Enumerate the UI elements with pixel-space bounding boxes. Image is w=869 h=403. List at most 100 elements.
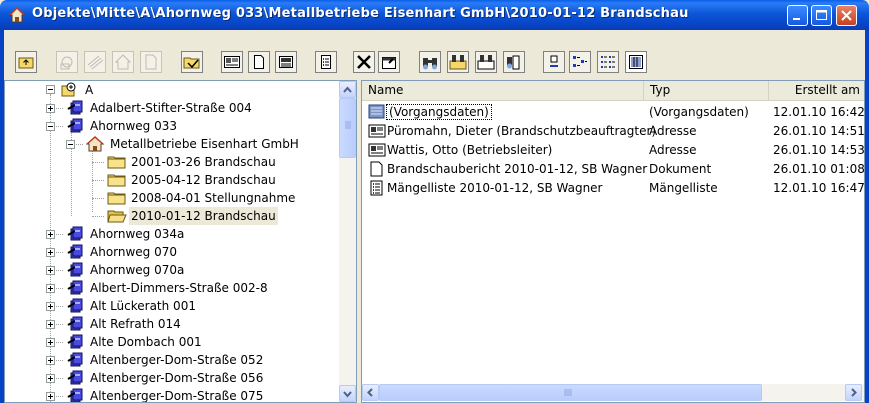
large-icons-icon [550, 55, 558, 67]
minimize-icon [793, 18, 800, 20]
expand-icon[interactable] [46, 356, 55, 365]
new-house-button[interactable] [112, 51, 134, 73]
new-layer-button[interactable] [84, 51, 106, 73]
search-button[interactable] [419, 51, 441, 73]
search-folder-button[interactable] [447, 51, 469, 73]
collapse-icon[interactable] [66, 140, 75, 149]
collapse-icon[interactable] [46, 85, 55, 94]
new-document-button[interactable] [140, 51, 162, 73]
list-row[interactable]: Brandschaubericht 2010-01-12, SB Wagner D… [362, 160, 864, 179]
expand-icon[interactable] [46, 374, 55, 383]
list-header: Name Typ Erstellt am [362, 81, 864, 101]
close-icon [841, 10, 852, 21]
list-check-button[interactable] [315, 51, 337, 73]
list-row[interactable]: Mängelliste 2010-01-12, SB Wagner Mängell… [362, 179, 864, 198]
scroll-up-button[interactable] [339, 81, 356, 98]
expand-icon[interactable] [46, 284, 55, 293]
delete-button[interactable] [353, 51, 375, 73]
horizontal-scroll-thumb[interactable] [379, 384, 762, 401]
tree-guide-line [92, 198, 104, 199]
building-object-icon [66, 280, 86, 299]
print-button[interactable] [275, 51, 297, 73]
expand-icon[interactable] [46, 266, 55, 275]
search-doc-icon [507, 55, 520, 70]
collapse-icon[interactable] [46, 122, 55, 131]
folder-icon [107, 154, 127, 173]
column-header-name[interactable]: Name [362, 81, 644, 100]
open-folder-button[interactable] [181, 51, 203, 73]
small-icons-button[interactable] [569, 51, 591, 73]
chevron-up-icon [343, 86, 352, 93]
large-icons-button[interactable] [543, 51, 565, 73]
list-cell-created: 12.01.10 16:47 [773, 181, 865, 195]
list-cell-name: Püromahn, Dieter (Brandschutzbeauftragte… [387, 124, 657, 138]
up-folder-button[interactable] [15, 51, 37, 73]
tree-guide-line [92, 162, 104, 163]
column-header-created[interactable]: Erstellt am [769, 81, 864, 100]
new-layer-icon [87, 55, 104, 70]
new-object-icon [60, 56, 73, 70]
list-cell-name: (Vorgangsdaten) [386, 104, 492, 120]
new-object-button[interactable] [56, 51, 78, 73]
small-icons-icon [573, 56, 587, 67]
expand-icon[interactable] [46, 392, 55, 401]
list-horizontal-scrollbar[interactable] [362, 384, 864, 401]
scroll-thumb[interactable] [339, 98, 356, 158]
chevron-left-icon [367, 388, 373, 397]
minimize-button[interactable] [787, 5, 808, 26]
company-house-icon [85, 136, 106, 155]
tree-vertical-scrollbar[interactable] [339, 81, 356, 402]
maximize-icon [816, 10, 827, 20]
scroll-right-button[interactable] [845, 384, 862, 401]
building-object-icon [66, 316, 86, 335]
expand-icon[interactable] [46, 302, 55, 311]
title-bar[interactable]: Objekte\Mitte\A\Ahornweg 033\Metallbetri… [0, 0, 869, 30]
properties-icon [382, 57, 396, 69]
search-card-button[interactable] [475, 51, 497, 73]
grip-icon [345, 121, 351, 129]
list-view-button[interactable] [597, 51, 619, 73]
building-object-icon [66, 370, 86, 389]
details-view-button[interactable] [625, 51, 647, 73]
expand-icon[interactable] [46, 320, 55, 329]
list-cell-created: 12.01.10 16:42 [773, 105, 865, 119]
scroll-left-button[interactable] [362, 384, 379, 401]
maximize-button[interactable] [811, 5, 832, 26]
list-row[interactable]: (Vorgangsdaten) (Vorgangsdaten) 12.01.10 1… [362, 103, 864, 122]
expand-icon[interactable] [46, 230, 55, 239]
properties-button[interactable] [378, 51, 400, 73]
list-cell-name: Brandschaubericht 2010-01-12, SB Wagner [387, 162, 648, 176]
list-cell-name: Wattis, Otto (Betriebsleiter) [387, 143, 553, 157]
building-object-icon [66, 226, 86, 245]
list-cell-type: Adresse [649, 143, 697, 157]
folder-tree[interactable]: A Adalbert-Stifter-Straße 004 Ahornweg 03… [4, 80, 357, 403]
close-button[interactable] [836, 5, 857, 26]
list-cell-created: 26.01.10 01:08 [773, 162, 865, 176]
folder-icon [107, 172, 127, 191]
card-view-button[interactable] [221, 51, 243, 73]
building-object-icon [66, 352, 86, 371]
new-house-icon [114, 54, 132, 70]
new-document-icon [145, 54, 157, 70]
list-view-icon [601, 56, 615, 68]
objects-root-icon [61, 82, 76, 97]
content-list[interactable]: Name Typ Erstellt am (Vorgangsdaten) (Vor… [361, 80, 865, 403]
expand-icon[interactable] [46, 104, 55, 113]
tree-guide-line [92, 216, 104, 217]
building-object-icon [66, 334, 86, 353]
window-title: Objekte\Mitte\A\Ahornweg 033\Metallbetri… [32, 6, 689, 21]
details-view-icon [629, 55, 643, 69]
list-row[interactable]: Püromahn, Dieter (Brandschutzbeauftragte… [362, 122, 864, 141]
list-row[interactable]: Wattis, Otto (Betriebsleiter) Adresse 26.0… [362, 141, 864, 160]
grip-icon [564, 389, 572, 396]
page-button[interactable] [248, 51, 270, 73]
building-object-icon [66, 244, 86, 263]
page-icon [254, 55, 264, 69]
expand-icon[interactable] [46, 248, 55, 257]
scroll-down-button[interactable] [339, 385, 356, 402]
expand-icon[interactable] [46, 338, 55, 347]
building-object-icon [66, 298, 86, 317]
house-icon [8, 7, 26, 23]
search-doc-button[interactable] [503, 51, 525, 73]
column-header-type[interactable]: Typ [644, 81, 769, 100]
